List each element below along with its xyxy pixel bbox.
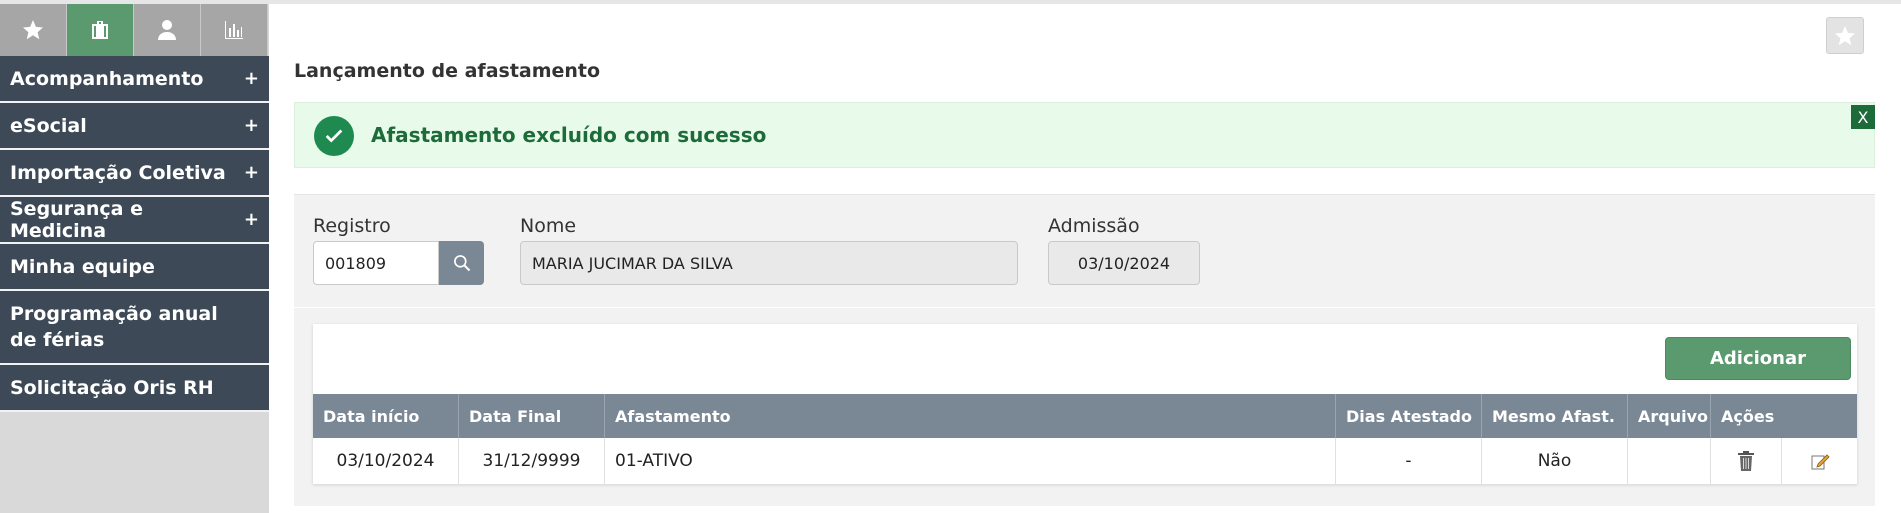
check-circle-icon: [314, 116, 354, 156]
sidebar-item-minha-equipe[interactable]: Minha equipe: [0, 244, 269, 291]
alert-message: Afastamento excluído com sucesso: [371, 123, 767, 147]
cell-data-final: 31/12/9999: [459, 438, 605, 484]
edit-button[interactable]: [1782, 438, 1857, 484]
expand-icon: +: [243, 162, 259, 183]
expand-icon: +: [243, 68, 259, 89]
registro-label: Registro: [313, 215, 391, 237]
favorite-button[interactable]: [1826, 17, 1864, 54]
delete-button[interactable]: [1711, 438, 1782, 484]
nome-field: MARIA JUCIMAR DA SILVA: [520, 241, 1018, 285]
trash-icon: [1738, 451, 1754, 471]
cell-mesmo-afast: Não: [1482, 438, 1628, 484]
sidebar-item-label: Programação anual de férias: [10, 303, 218, 351]
admissao-field: 03/10/2024: [1048, 241, 1200, 285]
sidebar-item-label: Solicitação Oris RH: [10, 376, 214, 399]
sidebar-item-importacao-coletiva[interactable]: Importação Coletiva +: [0, 150, 269, 197]
page-title: Lançamento de afastamento: [294, 60, 601, 82]
sidebar-item-programacao-ferias[interactable]: Programação anual de férias: [0, 291, 269, 365]
sidebar-item-label: Minha equipe: [10, 255, 155, 278]
registro-input[interactable]: 001809: [313, 241, 439, 285]
alert-close-button[interactable]: X: [1851, 105, 1875, 129]
nome-label: Nome: [520, 215, 577, 237]
edit-icon: [1811, 454, 1830, 470]
cell-dias-atestado: -: [1336, 438, 1482, 484]
employee-panel: Registro 001809 Nome MARIA JUCIMAR DA SI…: [294, 194, 1875, 307]
top-border: [0, 0, 1901, 4]
col-dias-atestado[interactable]: Dias Atestado: [1336, 394, 1482, 438]
table-header: Data início Data Final Afastamento Dias …: [313, 394, 1857, 438]
tab-work[interactable]: [67, 4, 134, 56]
cell-data-inicio: 03/10/2024: [313, 438, 459, 484]
sidebar-item-seguranca-medicina[interactable]: Segurança e Medicina +: [0, 197, 269, 244]
col-data-final[interactable]: Data Final: [459, 394, 605, 438]
sidebar-tabs: [0, 4, 269, 56]
sidebar-item-label: eSocial: [10, 114, 87, 137]
cell-arquivo: [1628, 438, 1711, 484]
col-acoes: Ações: [1721, 406, 1775, 426]
afastamentos-section: Adicionar Data início Data Final Afastam…: [294, 308, 1875, 506]
search-button[interactable]: [439, 241, 484, 285]
sidebar-item-esocial[interactable]: eSocial +: [0, 103, 269, 150]
tab-reports[interactable]: [201, 4, 268, 56]
search-icon: [453, 255, 470, 272]
tab-people[interactable]: [134, 4, 201, 56]
sidebar-item-acompanhamento[interactable]: Acompanhamento +: [0, 56, 269, 103]
col-afastamento[interactable]: Afastamento: [605, 394, 1336, 438]
sidebar: Acompanhamento + eSocial + Importação Co…: [0, 4, 269, 513]
sidebar-item-label: Importação Coletiva: [10, 161, 226, 184]
col-mesmo-afast[interactable]: Mesmo Afast.: [1482, 394, 1628, 438]
sidebar-item-label: Segurança e Medicina: [10, 197, 143, 242]
bar-chart-icon: [225, 21, 243, 39]
col-data-inicio[interactable]: Data início: [313, 394, 459, 438]
add-button[interactable]: Adicionar: [1665, 337, 1851, 380]
tab-favorites[interactable]: [0, 4, 67, 56]
table-row: 03/10/2024 31/12/9999 01-ATIVO - Não: [313, 438, 1857, 485]
expand-icon: +: [243, 209, 259, 230]
sidebar-item-solicitacao-oris[interactable]: Solicitação Oris RH: [0, 365, 269, 412]
sidebar-item-label: Acompanhamento: [10, 67, 204, 90]
success-alert: Afastamento excluído com sucesso X: [294, 102, 1875, 168]
afastamentos-table: Adicionar Data início Data Final Afastam…: [313, 324, 1857, 485]
cell-afastamento: 01-ATIVO: [605, 438, 1336, 484]
briefcase-icon: [92, 21, 108, 39]
person-icon: [158, 20, 176, 40]
col-arquivo[interactable]: Arquivo: [1628, 394, 1711, 438]
star-icon: [1835, 25, 1855, 45]
expand-icon: +: [243, 115, 259, 136]
star-icon: [23, 20, 43, 40]
admissao-label: Admissão: [1048, 215, 1140, 237]
